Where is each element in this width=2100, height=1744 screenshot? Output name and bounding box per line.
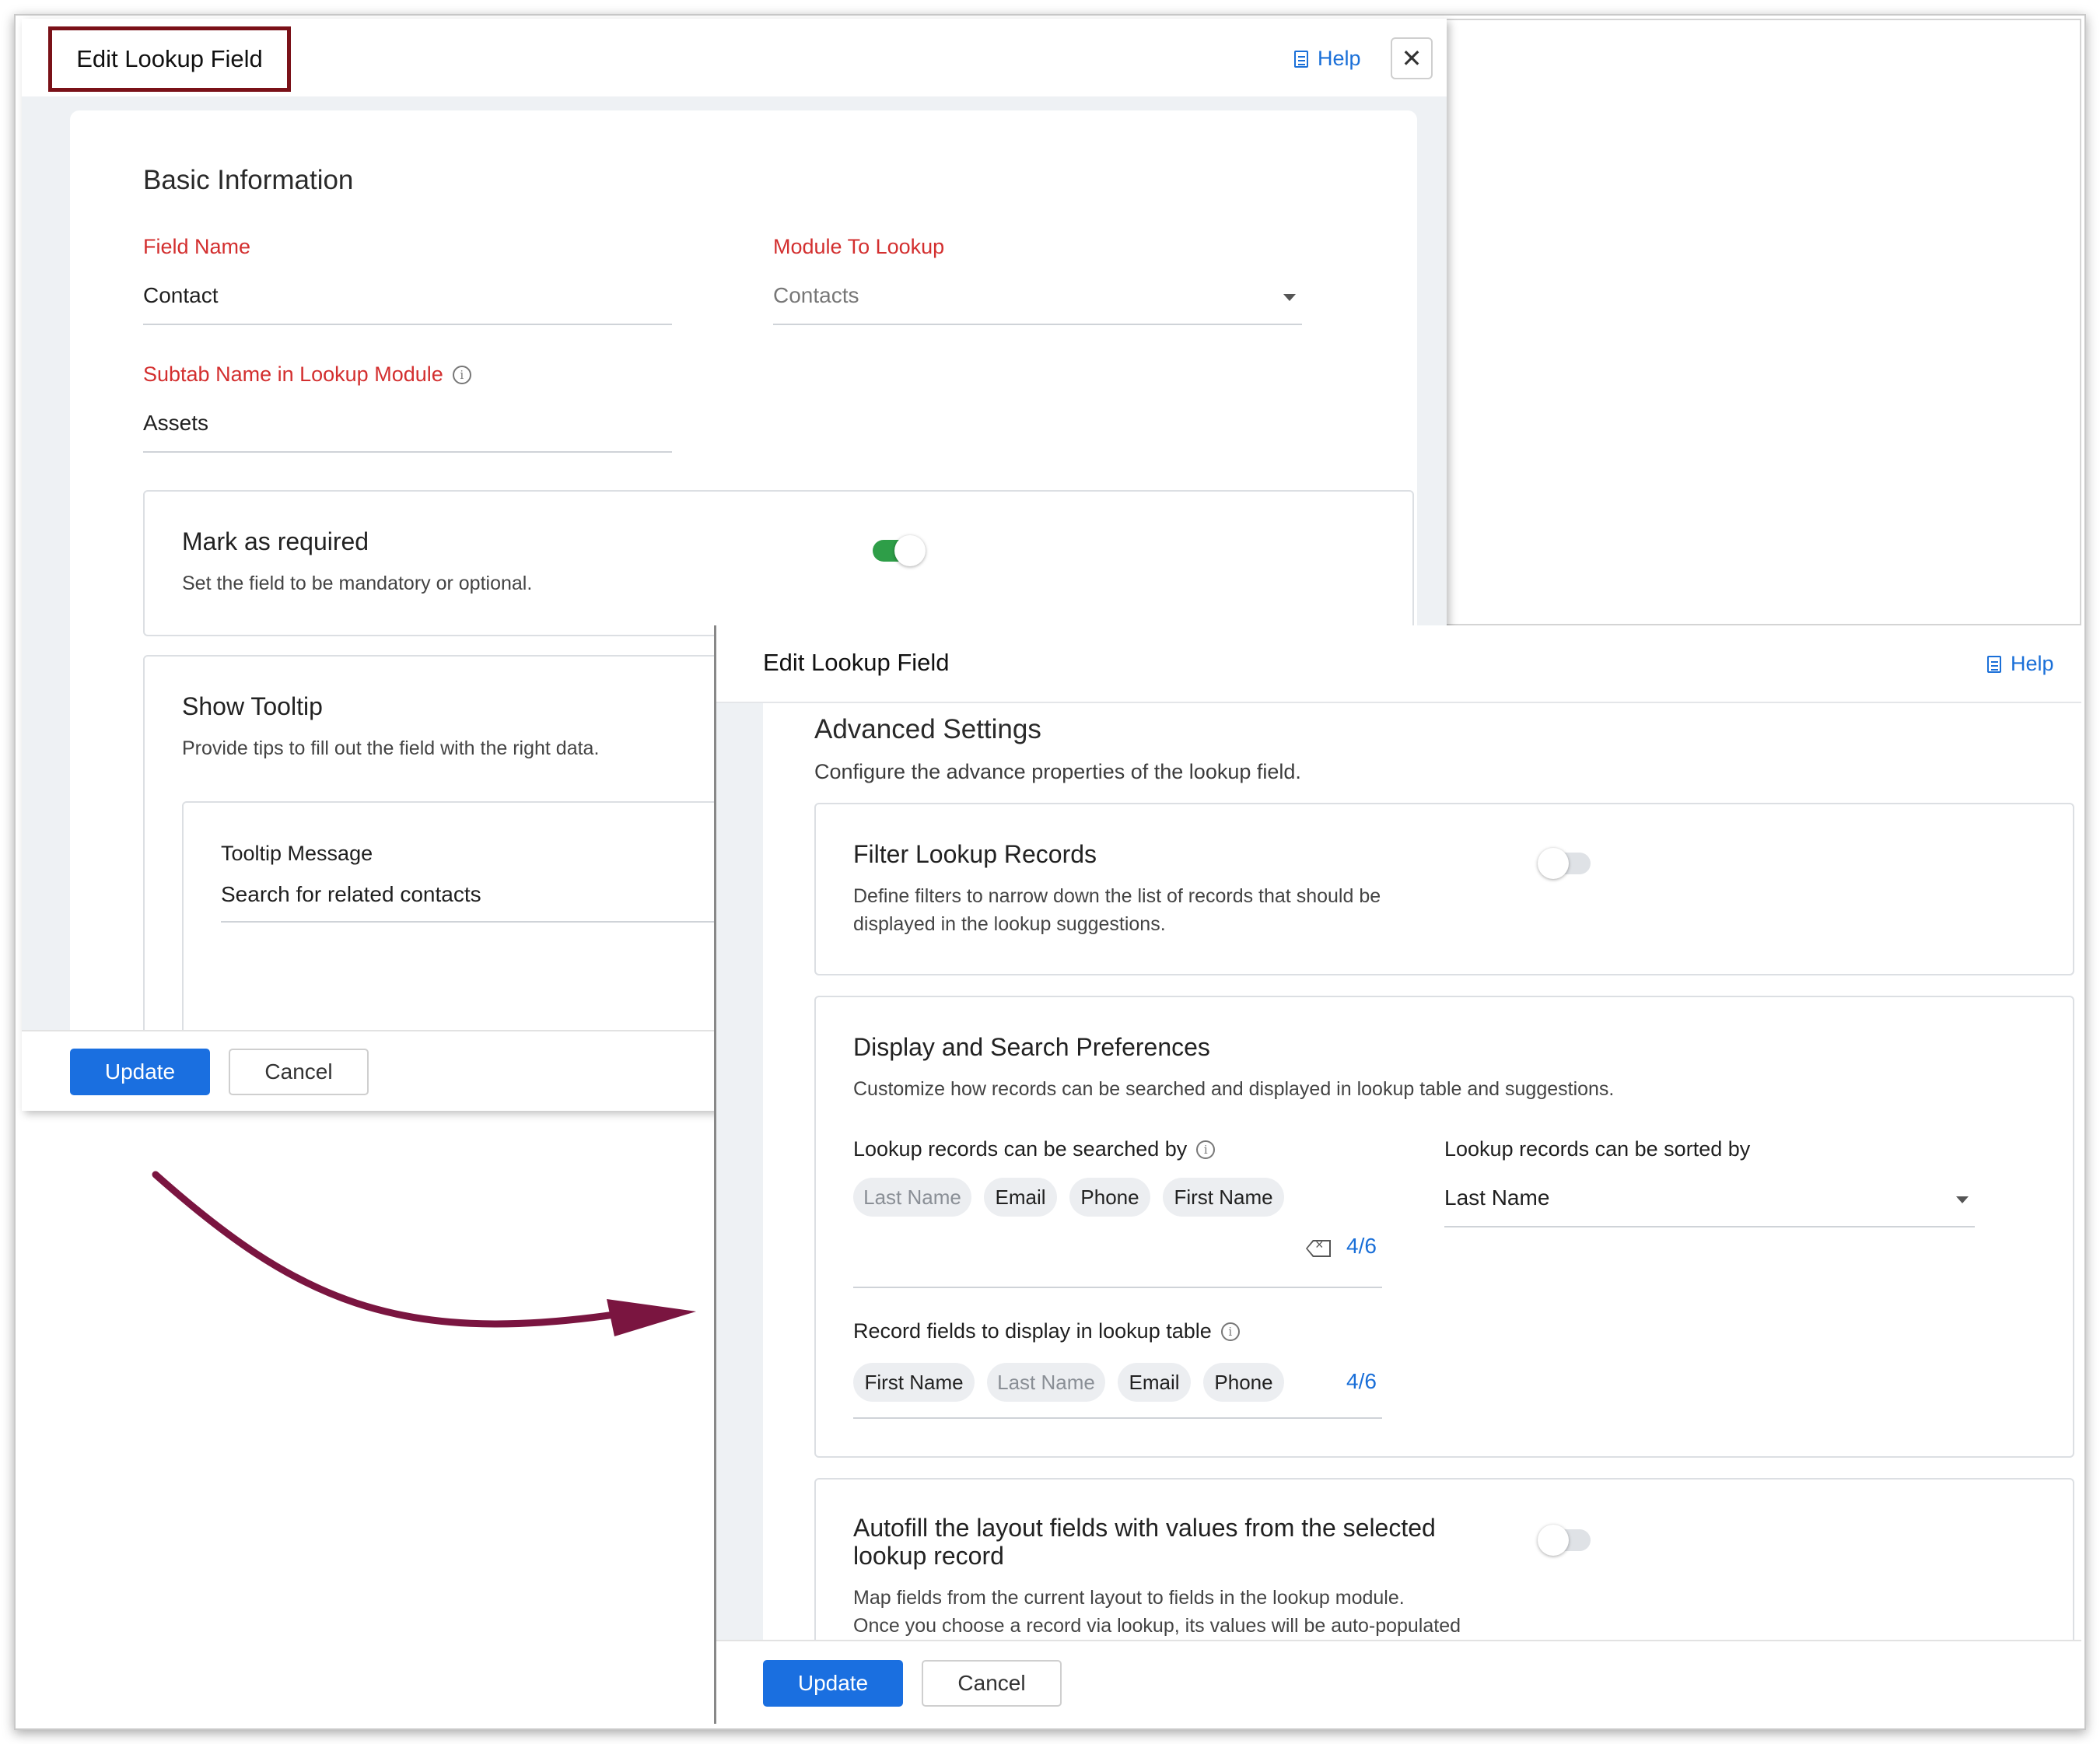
autofill-title-2: lookup record	[853, 1542, 1004, 1570]
filter-records-desc-2: displayed in the lookup suggestions.	[853, 913, 1166, 935]
section-title: Basic Information	[143, 165, 354, 195]
filter-records-title: Filter Lookup Records	[853, 840, 1097, 868]
filter-records-desc-1: Define filters to narrow down the list o…	[853, 885, 1381, 907]
chevron-down-icon[interactable]	[1283, 294, 1296, 301]
filter-records-toggle[interactable]	[1538, 848, 1591, 879]
cancel-button[interactable]: Cancel	[922, 1660, 1062, 1707]
display-fields-label: Record fields to display in lookup table…	[853, 1319, 1240, 1343]
searched-by-counter: 4/6	[1346, 1234, 1377, 1258]
subtab-name-input[interactable]: Assets	[143, 411, 208, 436]
display-chip-phone[interactable]: Phone	[1203, 1363, 1284, 1402]
show-tooltip-title: Show Tooltip	[182, 692, 323, 720]
autofill-desc-2: Once you choose a record via lookup, its…	[853, 1615, 1461, 1637]
autofill-toggle[interactable]	[1538, 1525, 1591, 1556]
mark-required-toggle[interactable]	[873, 535, 926, 566]
display-chip-first-name[interactable]: First Name	[853, 1363, 975, 1402]
help-label: Help	[1318, 47, 1361, 70]
panel-title: Edit Lookup Field	[76, 45, 263, 72]
help-label: Help	[2011, 652, 2054, 675]
search-chip-phone[interactable]: Phone	[1069, 1178, 1150, 1217]
close-button[interactable]: ✕	[1391, 37, 1433, 79]
autofill-title-1: Autofill the layout fields with values f…	[853, 1514, 1436, 1542]
searched-by-label: Lookup records can be searched by i	[853, 1137, 1216, 1161]
display-fields-counter: 4/6	[1346, 1369, 1377, 1393]
field-name-label: Field Name	[143, 235, 251, 258]
tooltip-message-input[interactable]: Search for related contacts	[221, 882, 481, 907]
edit-lookup-panel-advanced: Edit Lookup Field Help Advanced Settings…	[714, 625, 2081, 1724]
background-window	[1445, 19, 2081, 625]
display-chip-last-name[interactable]: Last Name	[987, 1363, 1105, 1402]
mark-required-desc: Set the field to be mandatory or optiona…	[182, 573, 533, 594]
module-lookup-select[interactable]: Contacts	[773, 283, 859, 308]
panel-header: Edit Lookup Field Help ✕	[22, 19, 1447, 96]
field-name-input[interactable]: Contact	[143, 283, 219, 308]
document-icon	[1987, 655, 2001, 673]
info-icon[interactable]: i	[1220, 1322, 1240, 1341]
sorted-by-label: Lookup records can be sorted by	[1444, 1137, 1751, 1161]
cancel-button[interactable]: Cancel	[229, 1049, 369, 1095]
info-icon[interactable]: i	[452, 365, 471, 384]
panel-title-highlight: Edit Lookup Field	[48, 26, 291, 92]
sorted-by-select[interactable]: Last Name	[1444, 1185, 1549, 1210]
help-link[interactable]: Help	[1294, 47, 1361, 71]
info-icon[interactable]: i	[1196, 1140, 1216, 1159]
section-title: Advanced Settings	[814, 714, 1041, 744]
subtab-name-underline	[143, 451, 672, 453]
panel-footer: Update Cancel	[716, 1640, 2081, 1724]
mark-required-box: Mark as required Set the field to be man…	[143, 490, 1414, 636]
help-link[interactable]: Help	[1987, 652, 2054, 676]
update-button[interactable]: Update	[70, 1049, 210, 1095]
show-tooltip-desc: Provide tips to fill out the field with …	[182, 737, 600, 759]
search-chip-first-name[interactable]: First Name	[1163, 1178, 1284, 1217]
chevron-down-icon[interactable]	[1956, 1196, 1969, 1203]
display-fields-underline	[853, 1417, 1382, 1419]
filter-records-box: Filter Lookup Records Define filters to …	[814, 803, 2074, 975]
module-lookup-label: Module To Lookup	[773, 235, 945, 258]
panel-side-gutter	[716, 703, 763, 1644]
document-icon	[1294, 50, 1308, 68]
mark-required-title: Mark as required	[182, 527, 369, 555]
searched-by-underline	[853, 1287, 1382, 1288]
sorted-by-underline	[1444, 1226, 1975, 1227]
module-lookup-underline	[773, 324, 1302, 325]
update-button[interactable]: Update	[763, 1660, 903, 1707]
autofill-desc-1: Map fields from the current layout to fi…	[853, 1587, 1405, 1609]
section-desc: Configure the advance properties of the …	[814, 760, 1301, 783]
display-search-box: Display and Search Preferences Customize…	[814, 996, 2074, 1458]
panel-header: Edit Lookup Field Help	[716, 625, 2081, 703]
transition-arrow	[152, 1171, 696, 1336]
display-search-desc: Customize how records can be searched an…	[853, 1078, 1615, 1100]
display-search-title: Display and Search Preferences	[853, 1033, 1210, 1061]
subtab-name-label: Subtab Name in Lookup Module i	[143, 362, 471, 387]
field-name-underline	[143, 324, 672, 325]
panel-title: Edit Lookup Field	[763, 649, 950, 676]
close-icon: ✕	[1401, 44, 1423, 72]
tooltip-message-label: Tooltip Message	[221, 842, 373, 865]
search-chip-email[interactable]: Email	[984, 1178, 1057, 1217]
search-chip-last-name[interactable]: Last Name	[853, 1178, 971, 1217]
clear-all-icon[interactable]: ×	[1306, 1237, 1331, 1257]
display-chip-email[interactable]: Email	[1118, 1363, 1191, 1402]
